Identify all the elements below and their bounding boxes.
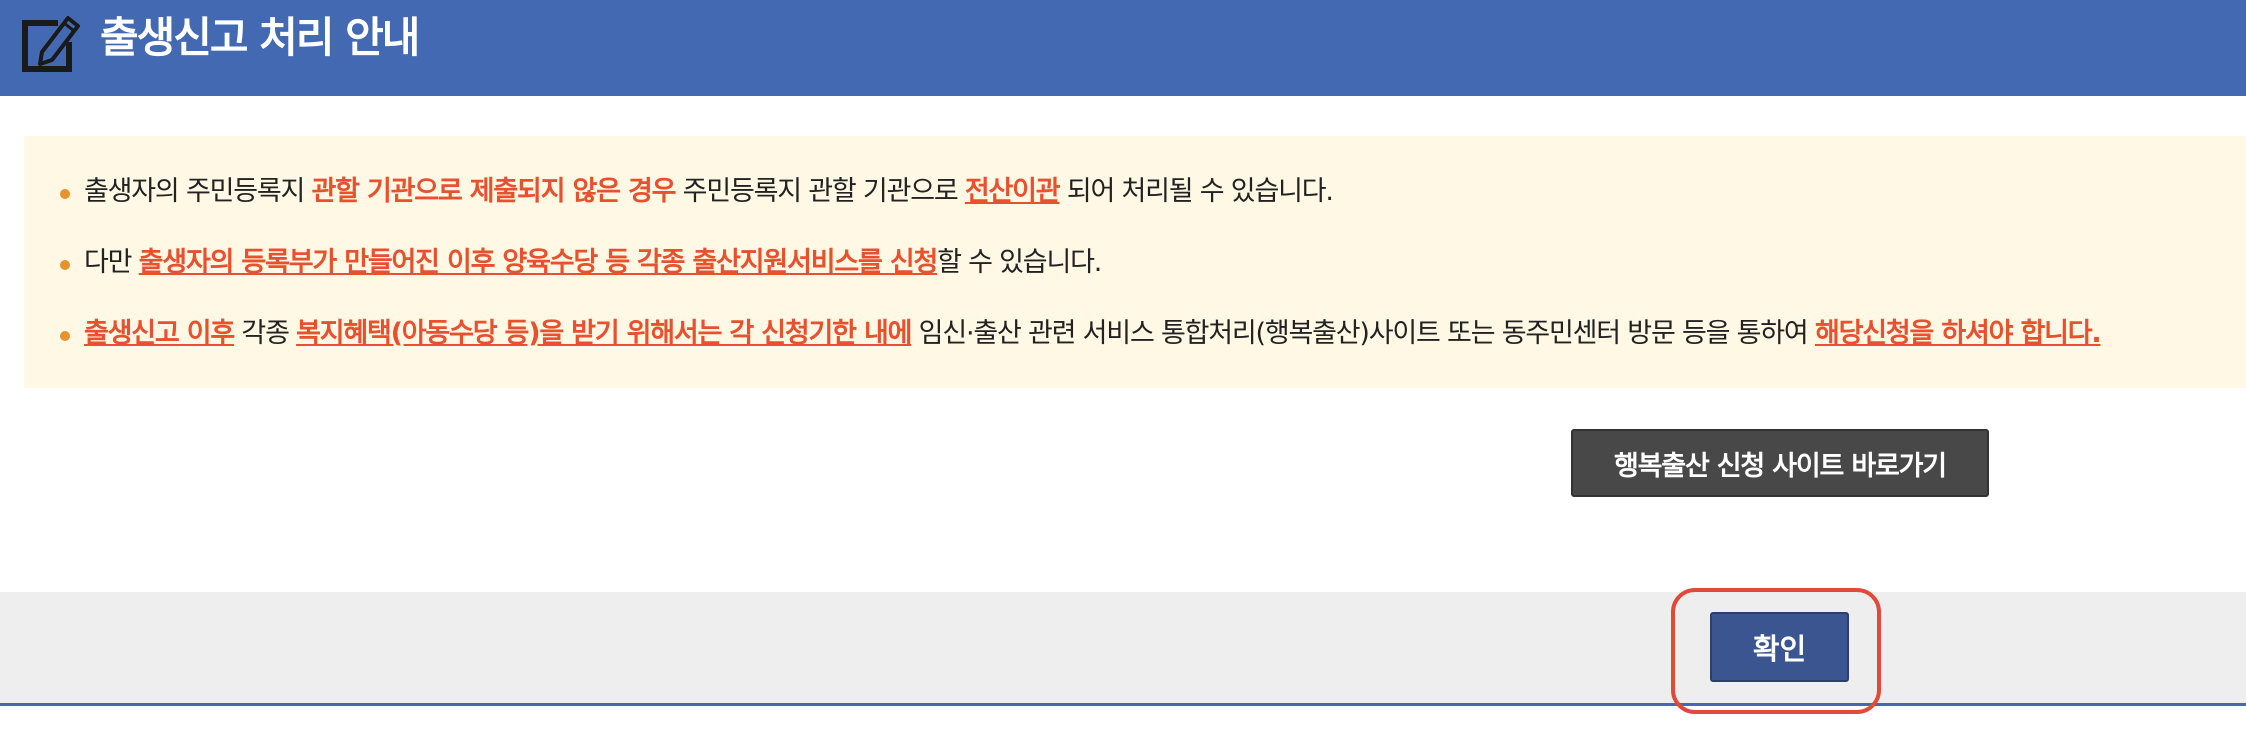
dialog-header: 출생신고 처리 안내 [0, 0, 2246, 96]
happy-birth-site-link-button[interactable]: 행복출산 신청 사이트 바로가기 [1571, 429, 1989, 497]
bullet-icon [60, 331, 70, 341]
footer-divider [0, 703, 2246, 706]
notice-text: 다만 출생자의 등록부가 만들어진 이후 양육수당 등 각종 출산지원서비스를 … [84, 247, 1102, 278]
notice-box: 출생자의 주민등록지 관할 기관으로 제출되지 않은 경우 주민등록지 관할 기… [24, 136, 2246, 388]
notice-highlight: 출생신고 이후 [84, 318, 235, 349]
notice-text: 출생신고 이후 각종 복지혜택(아동수당 등)을 받기 위해서는 각 신청기한 … [84, 318, 2102, 349]
notice-highlight: 복지혜택(아동수당 등)을 받기 위해서는 각 신청기한 내에 [296, 318, 912, 349]
dialog-title: 출생신고 처리 안내 [100, 13, 420, 62]
confirm-button[interactable]: 확인 [1710, 612, 1849, 682]
notice-highlight: 전산이관 [964, 176, 1061, 207]
notice-highlight: 관할 기관으로 제출되지 않은 경우 [311, 176, 677, 207]
edit-icon [18, 12, 84, 72]
bullet-icon [60, 189, 70, 199]
notice-highlight: 해당신청을 하셔야 합니다. [1814, 318, 2102, 349]
bullet-icon [60, 260, 70, 270]
dialog-footer [0, 592, 2246, 704]
notice-highlight: 출생자의 등록부가 만들어진 이후 양육수당 등 각종 출산지원서비스를 신청 [138, 247, 939, 278]
notice-text: 출생자의 주민등록지 관할 기관으로 제출되지 않은 경우 주민등록지 관할 기… [84, 176, 1334, 207]
